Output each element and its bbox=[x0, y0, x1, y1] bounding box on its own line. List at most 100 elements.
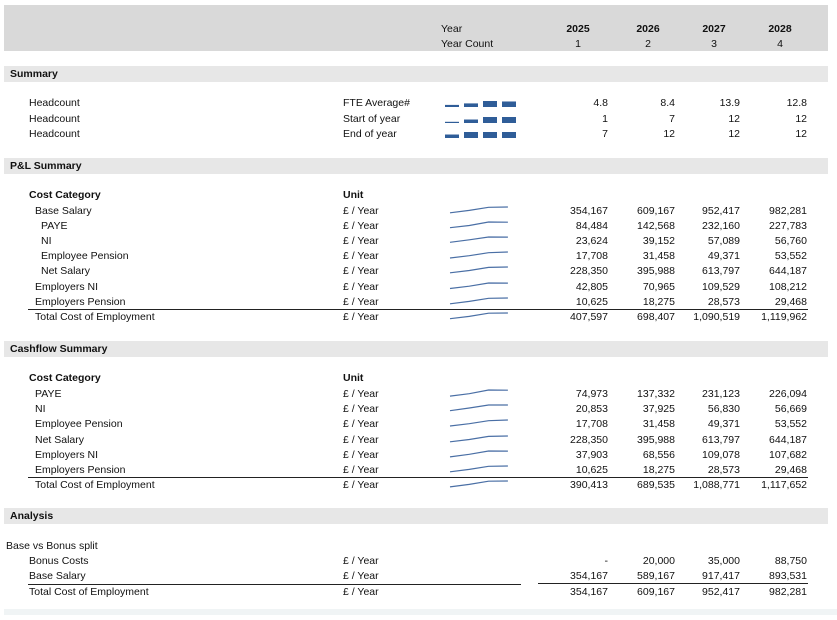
pl-section-band bbox=[4, 158, 828, 174]
row-unit: £ / Year bbox=[343, 388, 379, 400]
value-cell: 42,805 bbox=[575, 280, 608, 293]
value-cell: 228,350 bbox=[570, 265, 608, 278]
headcount-bar-sparkline bbox=[445, 132, 516, 138]
value-cell: 53,552 bbox=[774, 250, 807, 263]
sparkline-path bbox=[449, 221, 508, 229]
table-row: Headcount Start of year 1 7 12 12 bbox=[0, 112, 837, 127]
sparkline-path bbox=[449, 236, 508, 244]
pl-unit-header: Unit bbox=[343, 189, 364, 201]
cashflow-unit-header: Unit bbox=[343, 372, 364, 384]
value-cell: 18,275 bbox=[642, 295, 675, 308]
value-cell: 354,167 bbox=[570, 205, 608, 217]
sparkline bbox=[449, 434, 508, 442]
value-cell: 12 bbox=[795, 112, 807, 125]
sheet-bottom-edge bbox=[4, 609, 837, 615]
value-cell: 7 bbox=[602, 128, 608, 140]
row-unit: £ / Year bbox=[343, 479, 379, 492]
row-label: Employee Pension bbox=[41, 250, 129, 263]
value-cell: 37,925 bbox=[642, 403, 675, 416]
value-cell: 1,090,519 bbox=[693, 310, 740, 323]
value-cell: 31,458 bbox=[642, 250, 675, 263]
row-label: Net Salary bbox=[35, 433, 85, 446]
pl-section-title: P&L Summary bbox=[10, 160, 82, 172]
row-unit: Start of year bbox=[343, 112, 401, 125]
sparkline bbox=[449, 312, 508, 319]
analysis-section-band bbox=[4, 508, 828, 524]
value-cell: 28,573 bbox=[707, 464, 740, 476]
value-cell: 354,167 bbox=[570, 585, 608, 598]
analysis-subhead: Base vs Bonus split bbox=[6, 540, 98, 552]
value-cell: 109,078 bbox=[702, 448, 740, 461]
sparkline-bar bbox=[502, 101, 516, 107]
headcount-bar-sparkline bbox=[445, 116, 516, 123]
table-row: Base Salary £ / Year 354,167 609,167 952,417… bbox=[0, 204, 837, 219]
table-row: Employee Pension £ / Year 17,708 31,458 49,3… bbox=[0, 249, 837, 264]
value-cell: 8.4 bbox=[660, 97, 675, 109]
row-unit: £ / Year bbox=[343, 555, 379, 567]
row-label: Total Cost of Employment bbox=[29, 585, 149, 598]
value-cell: 390,413 bbox=[570, 479, 608, 492]
value-cell: 982,281 bbox=[769, 205, 807, 217]
sparkline-bar bbox=[483, 116, 497, 123]
value-cell: 109,529 bbox=[702, 280, 740, 293]
row-label: Net Salary bbox=[41, 265, 91, 278]
row-unit: £ / Year bbox=[343, 433, 379, 446]
value-cell: 29,468 bbox=[774, 464, 807, 476]
value-cell: 23,624 bbox=[575, 235, 608, 248]
value-cell: 226,094 bbox=[769, 388, 807, 400]
row-label: NI bbox=[41, 235, 52, 248]
row-label: Bonus Costs bbox=[29, 555, 89, 567]
sparkline-path bbox=[449, 404, 508, 412]
value-cell: 49,371 bbox=[707, 250, 740, 263]
sparkline-bar bbox=[464, 119, 478, 123]
value-cell: 56,830 bbox=[707, 403, 740, 416]
sparkline-path bbox=[449, 206, 508, 214]
value-cell: 74,973 bbox=[575, 388, 608, 400]
sparkline bbox=[449, 221, 508, 229]
value-cell: 107,682 bbox=[769, 448, 807, 461]
sparkline-path bbox=[449, 251, 508, 259]
value-cell: 407,597 bbox=[570, 310, 608, 323]
sparkline-path bbox=[449, 312, 508, 319]
table-row: Employers NI £ / Year 37,903 68,556 109,078 1… bbox=[0, 448, 837, 463]
row-label: Headcount bbox=[29, 97, 80, 109]
total-rule bbox=[28, 308, 808, 310]
value-cell: 231,123 bbox=[702, 388, 740, 400]
value-cell: 698,407 bbox=[637, 310, 675, 323]
value-cell: 68,556 bbox=[642, 448, 675, 461]
sparkline bbox=[449, 251, 508, 259]
value-cell: 982,281 bbox=[769, 585, 807, 598]
row-unit: £ / Year bbox=[343, 235, 379, 248]
value-cell: 17,708 bbox=[575, 418, 608, 431]
sparkline-bar bbox=[483, 132, 497, 138]
row-unit: FTE Average# bbox=[343, 97, 410, 109]
value-cell: 56,669 bbox=[774, 403, 807, 416]
value-cell: 12 bbox=[728, 128, 740, 140]
row-unit: £ / Year bbox=[343, 570, 379, 583]
sparkline-bar bbox=[483, 101, 497, 107]
row-unit: £ / Year bbox=[343, 220, 379, 233]
value-cell: 12.8 bbox=[786, 97, 807, 109]
row-label: NI bbox=[35, 403, 46, 416]
value-cell: 28,573 bbox=[707, 295, 740, 308]
value-cell: 18,275 bbox=[642, 464, 675, 476]
value-cell: 108,212 bbox=[769, 280, 807, 293]
year-count-2: 2 bbox=[645, 38, 651, 50]
value-cell: 31,458 bbox=[642, 418, 675, 431]
sparkline-bar bbox=[445, 121, 459, 123]
row-unit: £ / Year bbox=[343, 310, 379, 323]
value-cell: 84,484 bbox=[575, 220, 608, 233]
value-cell: 10,625 bbox=[575, 464, 608, 476]
sparkline bbox=[449, 236, 508, 244]
sparkline bbox=[449, 465, 508, 473]
table-row: Employers NI £ / Year 42,805 70,965 109,529 1… bbox=[0, 280, 837, 295]
value-cell: 56,760 bbox=[774, 235, 807, 248]
sparkline-path bbox=[449, 296, 508, 304]
value-cell: 17,708 bbox=[575, 250, 608, 263]
value-cell: 228,350 bbox=[570, 433, 608, 446]
value-cell: 613,797 bbox=[702, 265, 740, 278]
table-row: NI £ / Year 23,624 39,152 57,089 56,760 bbox=[0, 234, 837, 249]
row-unit: £ / Year bbox=[343, 585, 379, 598]
value-cell: 1 bbox=[602, 112, 608, 125]
sparkline bbox=[449, 389, 508, 397]
